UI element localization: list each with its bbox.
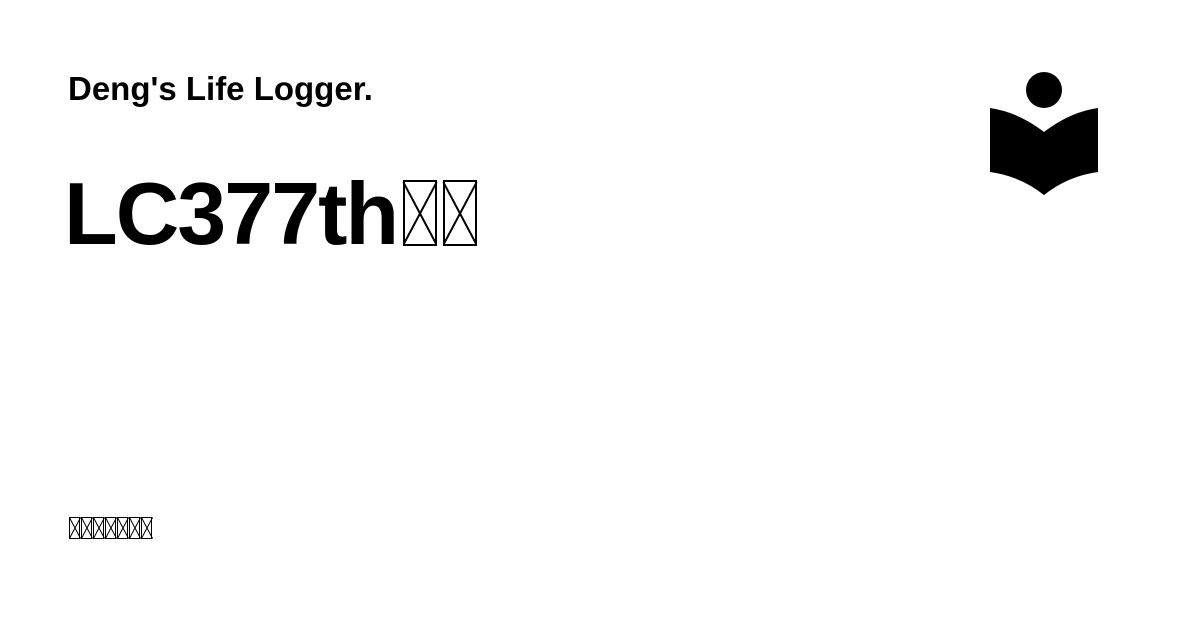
post-subtitle <box>68 514 152 542</box>
reader-head <box>1026 72 1062 108</box>
missing-glyph-box <box>141 517 152 539</box>
open-book <box>990 108 1098 195</box>
missing-glyph-box <box>69 517 80 539</box>
post-title: LC377th <box>64 164 478 264</box>
missing-glyph-box <box>81 517 92 539</box>
missing-glyph-box <box>403 180 438 246</box>
missing-glyph-box <box>105 517 116 539</box>
missing-glyph-box <box>443 180 478 246</box>
missing-glyph-box <box>93 517 104 539</box>
post-title-text: LC377th <box>64 164 399 263</box>
site-name: Deng's Life Logger. <box>68 70 373 107</box>
book-reader-icon <box>990 72 1098 195</box>
missing-glyph-box <box>129 517 140 539</box>
missing-glyph-box <box>117 517 128 539</box>
